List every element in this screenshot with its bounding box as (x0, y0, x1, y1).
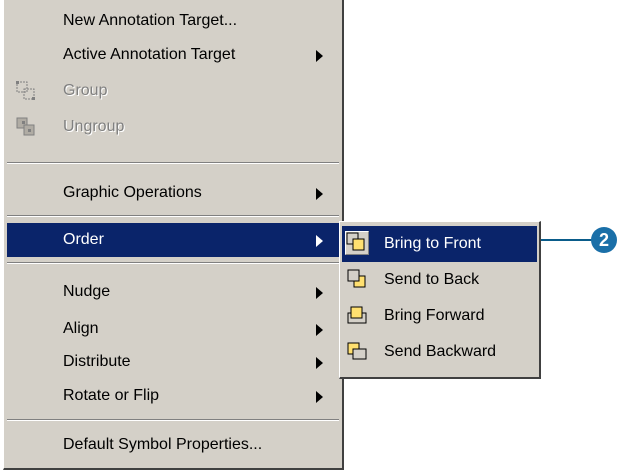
menu-item-label: Nudge (63, 283, 111, 300)
bring-forward-icon (347, 305, 369, 327)
submenu-arrow-icon (316, 188, 323, 200)
menu-item-ungroup[interactable]: Ungroup (7, 110, 339, 144)
menu-item-label: Rotate or Flip (63, 387, 160, 404)
submenu-arrow-icon (316, 235, 323, 247)
menu-item-label: New Annotation Target... (63, 12, 238, 29)
submenu-item-label: Send Backward (384, 343, 497, 360)
menu-separator (7, 262, 339, 264)
menu-item-graphic-operations[interactable]: Graphic Operations (7, 176, 339, 210)
menu-item-label: Default Symbol Properties... (63, 436, 263, 453)
callout-line (541, 239, 597, 241)
send-backward-icon (347, 341, 369, 363)
submenu-arrow-icon (316, 50, 323, 62)
menu-item-label: Ungroup (63, 118, 125, 135)
menu-separator (7, 215, 339, 217)
context-menu: New Annotation Target... Active Annotati… (3, 0, 344, 470)
submenu-item-label: Send to Back (384, 271, 480, 288)
menu-item-label: Distribute (63, 353, 131, 370)
menu-item-label: Graphic Operations (63, 184, 202, 201)
menu-item-rotate-or-flip[interactable]: Rotate or Flip (7, 379, 339, 413)
menu-item-label: Order (63, 231, 104, 248)
menu-item-label: Group (63, 82, 108, 99)
menu-item-new-annotation-target[interactable]: New Annotation Target... (7, 4, 339, 38)
submenu-item-bring-to-front[interactable]: Bring to Front (342, 226, 537, 262)
menu-item-active-annotation-target[interactable]: Active Annotation Target (7, 38, 339, 72)
send-to-back-icon (347, 269, 369, 291)
menu-separator (7, 419, 339, 421)
submenu-item-label: Bring to Front (384, 235, 481, 252)
menu-item-order[interactable]: Order (7, 223, 339, 257)
order-submenu: Bring to Front Send to Back Bring Forwar… (339, 221, 541, 379)
callout-number-badge: 2 (591, 227, 617, 253)
bring-to-front-icon (345, 231, 369, 255)
menu-item-label: Active Annotation Target (63, 46, 236, 63)
menu-item-nudge[interactable]: Nudge (7, 275, 339, 309)
menu-item-label: Align (63, 320, 99, 337)
menu-separator (7, 162, 339, 164)
menu-item-align[interactable]: Align (7, 312, 339, 346)
menu-item-group[interactable]: Group (7, 74, 339, 108)
menu-item-default-symbol-properties[interactable]: Default Symbol Properties... (7, 428, 339, 462)
submenu-item-send-backward[interactable]: Send Backward (342, 334, 537, 370)
submenu-arrow-icon (316, 287, 323, 299)
submenu-item-send-to-back[interactable]: Send to Back (342, 262, 537, 298)
ungroup-icon (16, 117, 35, 136)
submenu-item-bring-forward[interactable]: Bring Forward (342, 298, 537, 334)
submenu-arrow-icon (316, 324, 323, 336)
submenu-arrow-icon (316, 391, 323, 403)
group-icon (16, 81, 35, 100)
menu-item-distribute[interactable]: Distribute (7, 345, 339, 379)
submenu-arrow-icon (316, 357, 323, 369)
submenu-item-label: Bring Forward (384, 307, 485, 324)
